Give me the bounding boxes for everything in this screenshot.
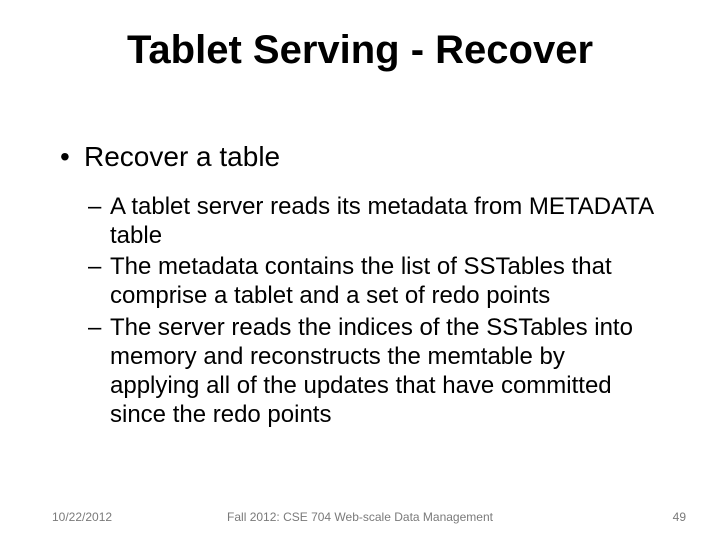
bullet-level-1: Recover a table [60,140,660,174]
footer-page-number: 49 [673,510,686,524]
bullet-level-2: A tablet server reads its metadata from … [88,192,660,251]
slide-title: Tablet Serving - Recover [0,28,720,73]
bullet-level-2: The server reads the indices of the SSTa… [88,313,660,430]
slide-content: Recover a table A tablet server reads it… [60,140,660,432]
slide: Tablet Serving - Recover Recover a table… [0,0,720,540]
footer-course: Fall 2012: CSE 704 Web-scale Data Manage… [0,510,720,524]
bullet-level-2: The metadata contains the list of SSTabl… [88,252,660,311]
